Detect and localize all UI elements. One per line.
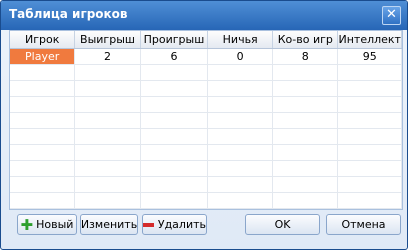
empty-cell <box>337 160 402 177</box>
empty-cell <box>207 64 274 81</box>
empty-cell <box>337 144 402 161</box>
empty-cell <box>140 64 209 81</box>
new-player-button[interactable]: ✚ Новый <box>17 214 77 235</box>
empty-cell <box>337 192 402 209</box>
empty-cell <box>74 96 141 113</box>
column-header-intellect[interactable]: Интеллект <box>337 31 402 49</box>
empty-cell <box>140 112 209 129</box>
empty-cell <box>207 128 274 145</box>
empty-cell <box>140 144 209 161</box>
empty-cell <box>10 192 76 209</box>
empty-row <box>10 144 402 161</box>
empty-cell <box>207 112 274 129</box>
ok-label: OK <box>274 218 291 231</box>
empty-cell <box>337 112 402 129</box>
empty-cell <box>74 64 141 81</box>
delete-player-button[interactable]: Удалить <box>142 214 207 235</box>
empty-cell <box>207 176 274 193</box>
empty-cell <box>272 128 339 145</box>
cancel-button[interactable]: Отмена <box>326 214 401 235</box>
empty-cell <box>272 112 339 129</box>
empty-cell <box>337 176 402 193</box>
empty-row <box>10 128 402 145</box>
empty-cell <box>10 176 76 193</box>
empty-cell <box>272 192 339 209</box>
empty-row <box>10 96 402 113</box>
table-header-row: Игрок Выигрыш Проигрыш Ничья Ко-во игр И… <box>10 31 402 49</box>
empty-cell <box>140 128 209 145</box>
player-table-dialog: Таблица игроков ✕ Игрок Выигрыш Проигрыш… <box>0 0 408 250</box>
cell-losses[interactable]: 6 <box>140 48 209 65</box>
column-header-losses[interactable]: Проигрыш <box>140 31 209 49</box>
delete-player-label: Удалить <box>157 218 206 231</box>
empty-cell <box>207 160 274 177</box>
empty-cell <box>140 192 209 209</box>
plus-icon: ✚ <box>20 215 34 234</box>
window-title: Таблица игроков <box>9 7 128 21</box>
empty-cell <box>10 96 76 113</box>
empty-cell <box>74 176 141 193</box>
column-header-games[interactable]: Ко-во игр <box>272 31 339 49</box>
empty-cell <box>74 128 141 145</box>
cell-draws[interactable]: 0 <box>207 48 274 65</box>
empty-cell <box>207 192 274 209</box>
empty-cell <box>10 160 76 177</box>
empty-cell <box>140 96 209 113</box>
empty-cell <box>207 80 274 97</box>
players-grid[interactable]: Игрок Выигрыш Проигрыш Ничья Ко-во игр И… <box>9 30 403 210</box>
empty-cell <box>272 160 339 177</box>
column-header-wins[interactable]: Выигрыш <box>74 31 141 49</box>
edit-player-label: Изменить <box>80 218 138 231</box>
empty-cell <box>337 64 402 81</box>
empty-row <box>10 176 402 193</box>
empty-cell <box>272 64 339 81</box>
empty-cell <box>337 96 402 113</box>
cell-intellect[interactable]: 95 <box>337 48 402 65</box>
empty-row <box>10 80 402 97</box>
empty-cell <box>207 96 274 113</box>
close-icon: ✕ <box>386 7 397 22</box>
table-row[interactable]: Player 2 6 0 8 95 <box>10 48 402 65</box>
close-button[interactable]: ✕ <box>382 6 401 25</box>
empty-cell <box>74 192 141 209</box>
minus-icon <box>143 222 154 227</box>
players-table: Игрок Выигрыш Проигрыш Ничья Ко-во игр И… <box>10 31 402 209</box>
empty-cell <box>74 112 141 129</box>
empty-cell <box>140 176 209 193</box>
empty-row <box>10 160 402 177</box>
empty-cell <box>74 144 141 161</box>
empty-row <box>10 192 402 209</box>
empty-cell <box>207 144 274 161</box>
empty-cell <box>74 80 141 97</box>
empty-cell <box>10 112 76 129</box>
ok-button[interactable]: OK <box>245 214 320 235</box>
column-header-player[interactable]: Игрок <box>10 31 76 49</box>
empty-cell <box>10 128 76 145</box>
empty-cell <box>74 160 141 177</box>
empty-row <box>10 64 402 81</box>
column-header-draws[interactable]: Ничья <box>207 31 274 49</box>
empty-cell <box>10 64 76 81</box>
cell-games[interactable]: 8 <box>272 48 339 65</box>
empty-cell <box>140 160 209 177</box>
cancel-label: Отмена <box>341 218 386 231</box>
empty-cell <box>272 96 339 113</box>
empty-row <box>10 112 402 129</box>
empty-cell <box>140 80 209 97</box>
edit-player-button[interactable]: Изменить <box>80 214 138 235</box>
empty-cell <box>10 144 76 161</box>
empty-cell <box>337 128 402 145</box>
empty-cell <box>337 80 402 97</box>
cell-wins[interactable]: 2 <box>74 48 141 65</box>
empty-cell <box>272 80 339 97</box>
cell-player[interactable]: Player <box>10 48 76 65</box>
empty-cell <box>10 80 76 97</box>
new-player-label: Новый <box>36 218 74 231</box>
empty-cell <box>272 144 339 161</box>
empty-cell <box>272 176 339 193</box>
title-bar[interactable]: Таблица игроков ✕ <box>1 1 407 30</box>
